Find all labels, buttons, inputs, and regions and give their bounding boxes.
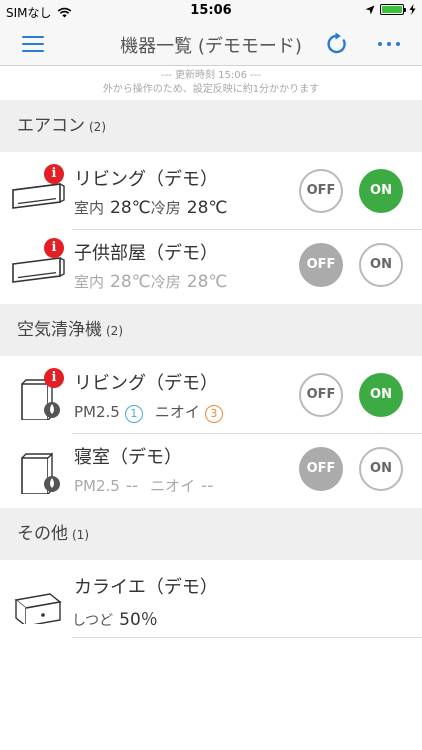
status-right [365,4,416,15]
odor-label: ニオイ [150,477,196,495]
pm25-value: -- [125,476,139,496]
section-header-other: その他 (1) [0,508,422,560]
section-title: 空気清浄機 [17,320,102,340]
device-status: PM2.5 -- ニオイ -- [74,475,213,496]
off-button[interactable]: OFF [299,373,343,417]
on-button[interactable]: ON [359,373,403,417]
navigation-bar: 機器一覧 (デモモード) [0,22,422,66]
device-row-purifier-living[interactable]: i リビング（デモ） PM2.5 1 ニオイ 3 OFF ON [0,360,422,434]
on-button[interactable]: ON [359,243,403,287]
charging-bolt-icon [409,4,416,15]
humidity-label: しつど [72,613,114,629]
info-badge-icon[interactable]: i [44,368,64,388]
more-options-button[interactable] [378,34,400,54]
section-title: その他 [17,524,68,544]
set-temp-value: 28℃ [186,272,228,292]
air-purifier-icon [21,452,60,494]
device-status: しつど 50％ [72,605,158,630]
off-button[interactable]: OFF [299,243,343,287]
device-name: 寝室（デモ） [74,447,182,468]
status-bar: SIMなし 15:06 [0,0,422,22]
device-status: 室内 28℃ 冷房 28℃ [74,197,228,218]
room-temp-label: 室内 [74,273,105,291]
odor-value: -- [201,476,214,496]
location-arrow-icon [365,5,375,14]
device-name: カライエ（デモ） [74,577,218,598]
info-badge-icon[interactable]: i [44,164,64,184]
room-temp-value: 28℃ [110,198,151,218]
update-time-text: --- 更新時刻 15:06 --- [160,70,261,81]
update-note-text: 外から操作のため、設定反映に約1分かかります [102,84,320,95]
hamburger-menu-button[interactable] [22,36,44,52]
set-temp-value: 28℃ [186,198,228,218]
room-temp-label: 室内 [74,199,105,217]
device-name: リビング（デモ） [74,373,218,394]
device-name: 子供部屋（デモ） [74,243,218,264]
on-button[interactable]: ON [359,169,403,213]
update-info: --- 更新時刻 15:06 --- 外から操作のため、設定反映に約1分かかりま… [0,66,422,100]
refresh-icon[interactable] [324,31,350,57]
mode-label: 冷房 [150,199,181,217]
device-status: PM2.5 1 ニオイ 3 [74,401,223,423]
humidity-value: 50％ [119,610,158,630]
section-title: エアコン [17,116,85,136]
dot [378,42,382,46]
menu-line [22,50,44,52]
odor-label: ニオイ [154,403,200,421]
karaie-sensor-icon [14,593,62,624]
status-time: 15:06 [190,3,232,18]
dot [387,42,391,46]
menu-line [22,43,44,45]
section-count: (1) [72,528,89,542]
mode-label: 冷房 [150,273,181,291]
device-status: 室内 28℃ 冷房 28℃ [74,271,228,292]
menu-line [22,36,44,38]
section-count: (2) [89,120,106,134]
pm25-level-badge: 1 [124,405,143,423]
page-title: 機器一覧 (デモモード) [120,36,302,57]
off-button[interactable]: OFF [299,169,343,213]
off-button[interactable]: OFF [299,447,343,491]
section-header-air-purifier: 空気清浄機 (2) [0,304,422,356]
device-row-aircon-kids-room[interactable]: i 子供部屋（デモ） 室内 28℃ 冷房 28℃ OFF ON [0,230,422,304]
device-row-aircon-living[interactable]: i リビング（デモ） 室内 28℃ 冷房 28℃ OFF ON [0,156,422,230]
room-temp-value: 28℃ [110,272,151,292]
device-row-purifier-bedroom[interactable]: 寝室（デモ） PM2.5 -- ニオイ -- OFF ON [0,434,422,508]
on-button[interactable]: ON [359,447,403,491]
dot [396,42,400,46]
section-count: (2) [106,324,123,338]
pm25-label: PM2.5 [74,403,120,421]
info-badge-icon[interactable]: i [44,238,64,258]
device-row-karaie[interactable]: カライエ（デモ） しつど 50％ [0,564,422,638]
section-header-aircon: エアコン (2) [0,100,422,152]
device-name: リビング（デモ） [74,169,218,190]
battery-icon [380,4,406,15]
odor-level-badge: 3 [204,405,223,423]
pm25-label: PM2.5 [74,477,120,495]
